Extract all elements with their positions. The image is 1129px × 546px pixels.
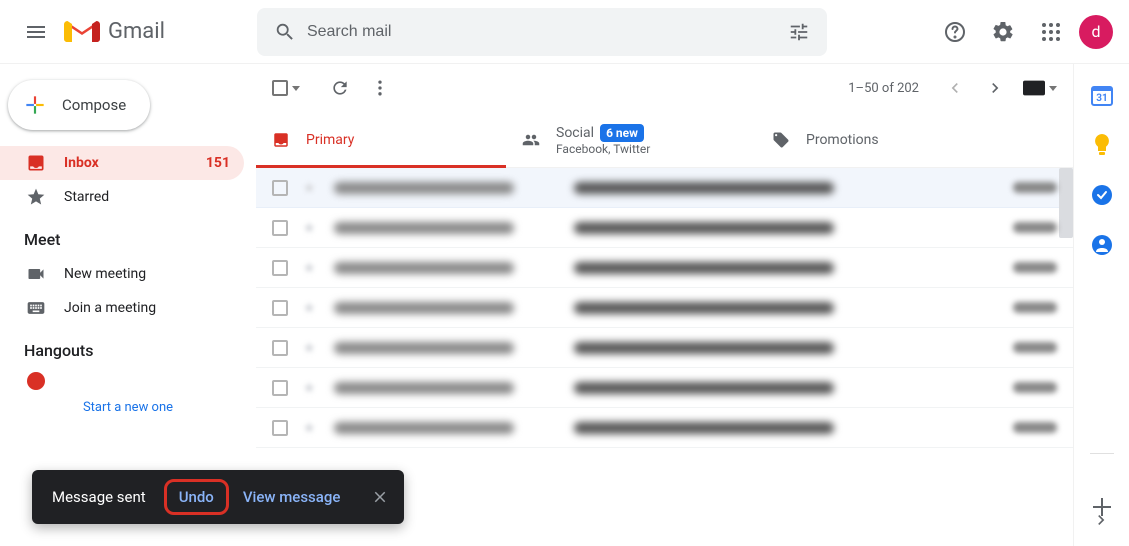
user-avatar-icon bbox=[27, 372, 45, 390]
sidebar-item-label: Inbox bbox=[64, 155, 99, 171]
mail-list: ★ ★ ★ ★ ★ ★ ★ bbox=[256, 168, 1073, 448]
contacts-icon bbox=[1091, 234, 1113, 256]
scrollbar-thumb[interactable] bbox=[1059, 168, 1073, 238]
view-message-link[interactable]: View message bbox=[243, 488, 341, 506]
more-button[interactable] bbox=[360, 68, 400, 108]
compose-label: Compose bbox=[62, 96, 126, 114]
keep-icon bbox=[1092, 134, 1112, 156]
hangouts-heading: Hangouts bbox=[0, 325, 256, 368]
mail-row[interactable]: ★ bbox=[256, 328, 1073, 368]
calendar-button[interactable]: 31 bbox=[1091, 84, 1113, 106]
keyboard-icon bbox=[26, 298, 46, 318]
more-vert-icon bbox=[370, 78, 390, 98]
sidebar-item-label: Starred bbox=[64, 189, 109, 205]
tune-icon bbox=[788, 21, 810, 43]
svg-text:31: 31 bbox=[1096, 93, 1107, 104]
star-icon bbox=[26, 187, 46, 207]
tab-label: Promotions bbox=[806, 132, 879, 148]
compose-plus-icon bbox=[22, 92, 48, 118]
calendar-icon: 31 bbox=[1091, 84, 1113, 106]
chevron-down-icon bbox=[1049, 86, 1057, 91]
mail-row[interactable]: ★ bbox=[256, 208, 1073, 248]
inbox-count: 151 bbox=[206, 155, 230, 171]
apps-grid-icon bbox=[1041, 22, 1061, 42]
chevron-left-icon bbox=[945, 78, 965, 98]
prev-page-button[interactable] bbox=[935, 68, 975, 108]
sidebar-item-inbox[interactable]: Inbox 151 bbox=[0, 146, 244, 180]
inbox-icon bbox=[272, 131, 290, 149]
tab-promotions[interactable]: Promotions bbox=[756, 112, 1006, 167]
sent-toast: Message sent Undo View message bbox=[32, 470, 404, 524]
new-meeting-button[interactable]: New meeting bbox=[0, 257, 244, 291]
tab-label: Primary bbox=[306, 132, 354, 148]
mail-row[interactable]: ★ bbox=[256, 168, 1073, 208]
chevron-right-icon bbox=[1091, 510, 1111, 530]
inbox-icon bbox=[26, 153, 46, 173]
meet-item-label: New meeting bbox=[64, 266, 146, 282]
mail-row[interactable]: ★ bbox=[256, 408, 1073, 448]
search-input[interactable] bbox=[305, 22, 779, 42]
tab-label: Social 6 new bbox=[556, 124, 650, 142]
next-page-button[interactable] bbox=[975, 68, 1015, 108]
mail-row[interactable]: ★ bbox=[256, 288, 1073, 328]
refresh-button[interactable] bbox=[320, 68, 360, 108]
gear-icon bbox=[991, 20, 1015, 44]
undo-highlight: Undo bbox=[164, 479, 229, 515]
search-options-button[interactable] bbox=[779, 12, 819, 52]
support-button[interactable] bbox=[935, 12, 975, 52]
tab-subtitle: Facebook, Twitter bbox=[556, 142, 650, 156]
hamburger-icon bbox=[24, 20, 48, 44]
gmail-logo[interactable]: Gmail bbox=[64, 18, 165, 46]
mail-row[interactable]: ★ bbox=[256, 368, 1073, 408]
account-avatar[interactable]: d bbox=[1079, 15, 1113, 49]
close-icon bbox=[371, 488, 389, 506]
tasks-button[interactable] bbox=[1091, 184, 1113, 206]
chevron-down-icon bbox=[292, 86, 300, 91]
sidebar-item-starred[interactable]: Starred bbox=[0, 180, 244, 214]
search-button[interactable] bbox=[265, 12, 305, 52]
checkbox-icon bbox=[272, 80, 288, 96]
people-icon bbox=[522, 131, 540, 149]
side-panel-toggle[interactable] bbox=[1081, 500, 1121, 540]
refresh-icon bbox=[330, 78, 350, 98]
input-select-button[interactable] bbox=[1023, 80, 1057, 96]
tag-icon bbox=[772, 131, 790, 149]
toast-message: Message sent bbox=[52, 488, 146, 506]
hangouts-user-row[interactable] bbox=[0, 368, 256, 394]
start-new-link[interactable]: Start a new one bbox=[0, 394, 256, 421]
tab-social[interactable]: Social 6 new Facebook, Twitter bbox=[506, 112, 756, 167]
keep-button[interactable] bbox=[1091, 134, 1113, 156]
tab-primary[interactable]: Primary bbox=[256, 112, 506, 167]
toast-close-button[interactable] bbox=[364, 481, 396, 513]
meet-item-label: Join a meeting bbox=[64, 300, 156, 316]
search-bar[interactable] bbox=[257, 8, 827, 56]
new-badge: 6 new bbox=[600, 124, 644, 142]
meet-heading: Meet bbox=[0, 214, 256, 257]
page-range-label: 1–50 of 202 bbox=[848, 81, 919, 96]
avatar-initial: d bbox=[1091, 22, 1100, 41]
keyboard-icon bbox=[1023, 80, 1045, 96]
tasks-icon bbox=[1091, 184, 1113, 206]
apps-button[interactable] bbox=[1031, 12, 1071, 52]
settings-button[interactable] bbox=[983, 12, 1023, 52]
videocam-icon bbox=[26, 264, 46, 284]
mail-row[interactable]: ★ bbox=[256, 248, 1073, 288]
contacts-button[interactable] bbox=[1091, 234, 1113, 256]
compose-button[interactable]: Compose bbox=[8, 80, 150, 130]
join-meeting-button[interactable]: Join a meeting bbox=[0, 291, 244, 325]
undo-link[interactable]: Undo bbox=[179, 488, 214, 506]
search-icon bbox=[274, 21, 296, 43]
help-icon bbox=[943, 20, 967, 44]
gmail-logo-icon bbox=[64, 18, 100, 46]
chevron-right-icon bbox=[985, 78, 1005, 98]
select-all-checkbox[interactable] bbox=[272, 80, 300, 96]
main-menu-button[interactable] bbox=[12, 8, 60, 56]
product-name: Gmail bbox=[108, 19, 165, 44]
